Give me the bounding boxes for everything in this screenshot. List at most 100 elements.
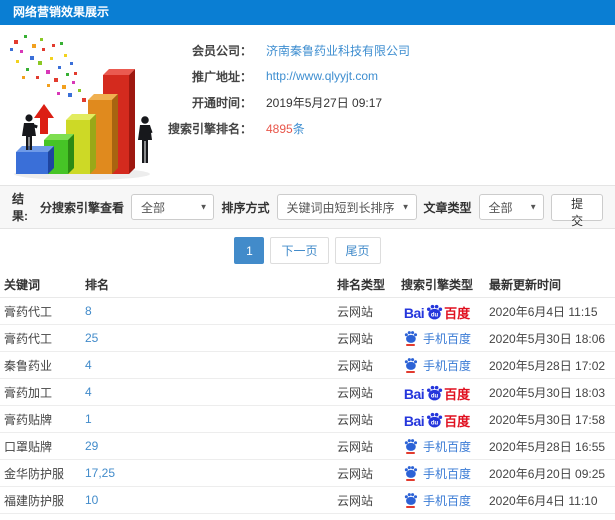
rank-type-cell: 云网站 [337,493,374,508]
engine-cell: Bai du 百度 [385,303,489,320]
chevron-down-icon: ▼ [199,202,208,212]
article-type-label: 文章类型 [423,200,472,215]
table-row: Bai du 百度 [0,514,615,520]
ranking-count-label: 搜索引擎排名： [167,121,252,136]
header-engine-type: 搜索引擎类型 [400,278,473,292]
keyword-cell: 膏药贴牌 [4,412,53,427]
info-row-url: 推广地址： http://www.qlyyjt.com [160,63,600,89]
table-row: 金华防护服 17,25 云网站 手机百度 2020年6月20日 09:25 [0,460,615,487]
baidu-du-text: du [431,393,439,399]
page-button-current[interactable]: 1 [234,237,265,264]
keyword-cell: 金华防护服 [4,466,65,481]
submit-button[interactable]: 提交 [551,193,603,228]
ranking-count-suffix: 条 [292,121,305,136]
company-label: 会员公司： [191,43,252,58]
engine-cell: 手机百度 [385,330,489,347]
update-time-cell: 2020年5月30日 17:58 [489,412,606,427]
page-button-last[interactable]: 尾页 [334,237,381,264]
promo-url-link[interactable]: http://www.qlyyjt.com [266,69,378,83]
update-time-cell: 2020年6月20日 09:25 [489,466,606,481]
rank-type-cell: 云网站 [337,304,374,319]
info-row-open-time: 开通时间： 2019年5月27日 09:17 [160,89,600,115]
header-rank-type: 排名类型 [337,278,385,292]
update-time-cell: 2020年5月30日 18:03 [489,385,606,400]
info-row-company: 会员公司： 济南秦鲁药业科技有限公司 [160,37,600,63]
open-time-value: 2019年5月27日 09:17 [266,95,383,110]
rank-link[interactable]: 4 [85,358,92,372]
paw-underline [405,371,415,373]
bar-blue [16,146,54,174]
engine-view-selected: 全部 [140,200,165,215]
company-info-panel: 会员公司： 济南秦鲁药业科技有限公司 推广地址： http://www.qlyy… [0,25,615,185]
page-title: 网络营销效果展示 [0,0,615,25]
engine-view-select[interactable]: 全部 ▼ [130,194,215,220]
engine-cell: 手机百度 [385,357,489,374]
baidu-mobile-paw-icon [403,492,418,508]
filter-bar: 结果: 分搜索引擎查看 全部 ▼ 排序方式 关键词由短到长排序 ▼ 文章类型 全… [0,185,615,229]
engine-cell: 手机百度 [385,438,489,455]
businessman-right [138,116,153,163]
rank-link[interactable]: 25 [85,331,98,345]
baidu-pc-logo: Bai du 百度 [404,303,470,320]
open-time-label: 开通时间： [191,95,252,110]
keyword-ranking-table: 关键词 排名 排名类型 搜索引擎类型 最新更新时间 膏药代工 8 云网站 Bai… [0,272,615,520]
header-keyword: 关键词 [4,278,41,292]
keyword-cell: 膏药代工 [4,304,53,319]
article-type-select[interactable]: 全部 ▼ [478,194,545,220]
rank-link[interactable]: 29 [85,439,98,453]
keyword-cell: 秦鲁药业 [4,358,53,373]
chevron-down-icon: ▼ [529,202,538,212]
engine-view-label: 分搜索引擎查看 [39,200,124,215]
paw-underline [405,479,415,481]
mobile-baidu-label: 手机百度 [422,493,471,508]
sort-label: 排序方式 [221,200,270,215]
table-row: 膏药贴牌 1 云网站 Bai du 百度 2020年5月30日 17:58 [0,406,615,433]
engine-cell: 手机百度 [385,492,489,509]
sort-selected: 关键词由短到长排序 [286,200,395,215]
rank-type-cell: 云网站 [337,331,374,346]
rank-link[interactable]: 17,25 [85,466,115,480]
mobile-baidu-label: 手机百度 [422,358,471,373]
rank-type-cell: 云网站 [337,466,374,481]
promo-url-label: 推广地址： [191,69,252,84]
table-row: 膏药代工 25 云网站 手机百度 2020年5月30日 18:06 [0,325,615,352]
baidu-mobile-logo: 手机百度 [403,465,471,482]
mobile-baidu-label: 手机百度 [422,331,471,346]
pagination: 1 下一页 尾页 [0,229,615,272]
rank-link[interactable]: 1 [85,412,92,426]
baidu-mobile-logo: 手机百度 [403,492,471,509]
rank-link[interactable]: 8 [85,304,92,318]
businessman-left [22,114,38,150]
baidu-cn-text: 百度 [444,305,471,320]
baidu-mobile-logo: 手机百度 [403,438,471,455]
table-row: 秦鲁药业 4 云网站 手机百度 2020年5月28日 17:02 [0,352,615,379]
table-body: 膏药代工 8 云网站 Bai du 百度 2020年6月4日 11:15 膏药代… [0,298,615,520]
table-header-row: 关键词 排名 排名类型 搜索引擎类型 最新更新时间 [0,272,615,298]
baidu-pc-logo: Bai du 百度 [404,384,470,401]
ranking-count-value: 4895条 [266,120,305,137]
company-name-link[interactable]: 济南秦鲁药业科技有限公司 [266,42,410,59]
page-button-next[interactable]: 下一页 [270,237,329,264]
rank-link[interactable]: 4 [85,385,92,399]
sort-select[interactable]: 关键词由短到长排序 ▼ [276,194,417,220]
bar-chart-illustration [10,35,153,180]
baidu-bai-text: Bai [403,385,425,401]
info-row-ranking-count: 搜索引擎排名： 4895条 [160,115,600,141]
engine-cell: Bai du 百度 [385,384,489,401]
baidu-bai-text: Bai [403,304,425,320]
baidu-mobile-paw-icon [403,465,418,481]
chevron-down-icon: ▼ [401,202,410,212]
paw-underline [405,506,415,508]
header-rank: 排名 [85,278,110,292]
keyword-cell: 口罩贴牌 [4,439,53,454]
confetti-dots [10,35,86,102]
baidu-du-text: du [431,420,439,426]
engine-cell: Bai du 百度 [385,411,489,428]
baidu-bai-text: Bai [403,412,425,428]
up-arrow [34,104,54,134]
baidu-paw-icon: du [427,304,443,319]
marketing-dashboard: 网络营销效果展示 会员公司： 济南秦鲁药业科技有限公司 推广地址： http:/… [0,0,615,520]
rank-type-cell: 云网站 [337,385,374,400]
rank-link[interactable]: 10 [85,493,98,507]
paw-underline [405,344,415,346]
